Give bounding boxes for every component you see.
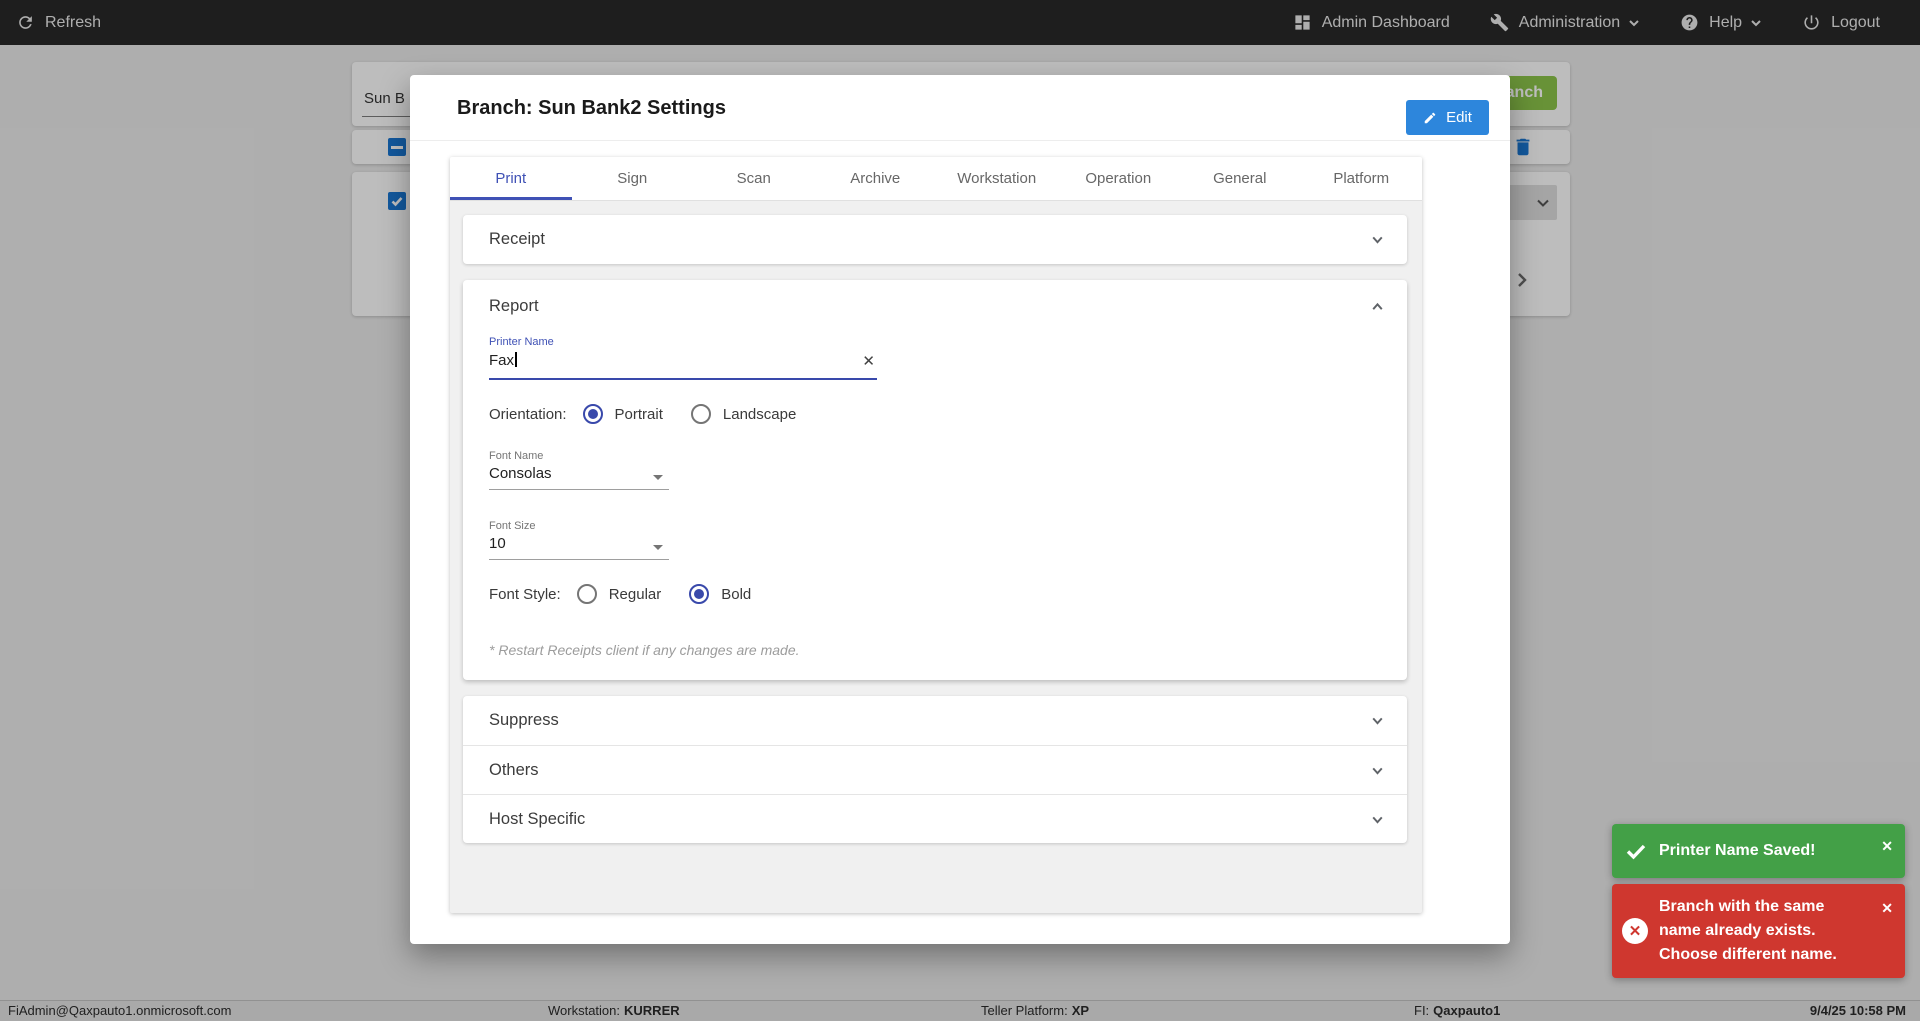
font-size-label: Font Size — [489, 520, 536, 532]
printer-name-field[interactable]: Printer Name Fax ✕ — [489, 336, 877, 380]
clear-input-icon[interactable]: ✕ — [862, 354, 875, 369]
error-icon: ✕ — [1622, 918, 1648, 944]
check-icon — [1626, 844, 1646, 860]
host-specific-accordion-header[interactable]: Host Specific — [463, 794, 1407, 843]
landscape-label[interactable]: Landscape — [723, 406, 796, 423]
report-label: Report — [489, 296, 539, 315]
chevron-down-icon — [1372, 717, 1383, 725]
report-body: Printer Name Fax ✕ Orientation: Portrait… — [463, 332, 1407, 680]
branch-settings-dialog: Branch: Sun Bank2 Settings Edit Print Si… — [410, 75, 1510, 944]
landscape-radio[interactable] — [690, 404, 711, 424]
print-tab-content: Receipt Report Printer Name Fax ✕ Orient… — [450, 201, 1422, 843]
close-icon[interactable]: ✕ — [1881, 838, 1893, 855]
tab-print[interactable]: Print — [450, 157, 572, 200]
font-style-row: Font Style: Regular Bold — [489, 584, 1381, 604]
select-underline — [489, 489, 669, 490]
receipt-label: Receipt — [489, 230, 545, 248]
text-cursor — [515, 352, 517, 367]
suppress-label: Suppress — [489, 711, 559, 729]
dialog-title: Branch: Sun Bank2 Settings — [457, 97, 726, 119]
close-icon[interactable]: ✕ — [1881, 900, 1893, 917]
host-specific-label: Host Specific — [489, 809, 586, 828]
regular-label[interactable]: Regular — [609, 586, 662, 603]
font-name-label: Font Name — [489, 450, 544, 462]
tab-label: General — [1213, 170, 1267, 187]
font-style-label: Font Style: — [489, 585, 561, 603]
tab-label: Scan — [736, 170, 771, 187]
printer-name-value: Fax — [489, 352, 515, 369]
font-size-select[interactable]: Font Size 10 — [489, 520, 669, 560]
portrait-label[interactable]: Portrait — [615, 406, 663, 423]
pencil-icon — [1424, 112, 1436, 123]
bold-radio[interactable] — [689, 584, 710, 604]
screen: Refresh Admin Dashboard Administration H… — [0, 0, 1920, 1021]
tab-general[interactable]: General — [1179, 157, 1301, 200]
edit-label: Edit — [1446, 109, 1472, 126]
settings-tabs: Print Sign Scan Archive Workstation Oper… — [450, 157, 1422, 201]
tab-label: Print — [495, 170, 527, 187]
orientation-label: Orientation: — [489, 405, 567, 423]
tab-label: Sign — [617, 170, 648, 187]
printer-name-input[interactable]: Fax — [489, 352, 877, 372]
settings-tab-card: Print Sign Scan Archive Workstation Oper… — [450, 157, 1422, 913]
tab-label: Operation — [1085, 170, 1152, 187]
tab-platform[interactable]: Platform — [1301, 157, 1423, 200]
report-panel: Report Printer Name Fax ✕ Orientation: P… — [463, 280, 1407, 680]
error-toast-message: Branch with the same name already exists… — [1659, 898, 1837, 963]
others-accordion-header[interactable]: Others — [463, 745, 1407, 794]
dropdown-arrow-icon — [653, 545, 663, 550]
others-label: Others — [489, 760, 539, 779]
success-toast-message: Printer Name Saved! — [1659, 842, 1816, 859]
portrait-radio[interactable] — [582, 404, 603, 424]
report-accordion-header[interactable]: Report — [463, 280, 1407, 332]
font-name-value: Consolas — [489, 465, 552, 482]
tab-archive[interactable]: Archive — [815, 157, 937, 200]
tab-sign[interactable]: Sign — [572, 157, 694, 200]
tab-workstation[interactable]: Workstation — [936, 157, 1058, 200]
chevron-down-icon — [1372, 767, 1383, 775]
orientation-row: Orientation: Portrait Landscape — [489, 404, 1381, 424]
error-toast: ✕ Branch with the same name already exis… — [1612, 884, 1905, 978]
font-name-select[interactable]: Font Name Consolas — [489, 450, 669, 490]
tab-operation[interactable]: Operation — [1058, 157, 1180, 200]
font-size-value: 10 — [489, 535, 506, 552]
tab-label: Workstation — [957, 170, 1037, 187]
chevron-up-icon — [1372, 302, 1383, 310]
success-toast: Printer Name Saved! ✕ — [1612, 824, 1905, 878]
dropdown-arrow-icon — [653, 475, 663, 480]
printer-name-label: Printer Name — [489, 336, 554, 348]
suppress-accordion-header[interactable]: Suppress — [463, 696, 1407, 745]
regular-radio[interactable] — [576, 584, 597, 604]
input-underline — [489, 378, 877, 380]
tab-label: Archive — [850, 170, 901, 187]
receipt-accordion-header[interactable]: Receipt — [463, 215, 1407, 264]
tab-scan[interactable]: Scan — [693, 157, 815, 200]
chevron-down-icon — [1372, 236, 1383, 244]
receipt-panel: Receipt — [463, 215, 1407, 264]
edit-button[interactable]: Edit — [1406, 100, 1489, 135]
tab-label: Platform — [1333, 170, 1390, 187]
chevron-down-icon — [1372, 816, 1383, 824]
bold-label[interactable]: Bold — [721, 586, 751, 603]
dialog-header: Branch: Sun Bank2 Settings Edit — [410, 75, 1510, 141]
select-underline — [489, 559, 669, 560]
collapsed-panels-group: Suppress Others Host Specific — [463, 696, 1407, 843]
restart-note: * Restart Receipts client if any changes… — [489, 642, 800, 658]
